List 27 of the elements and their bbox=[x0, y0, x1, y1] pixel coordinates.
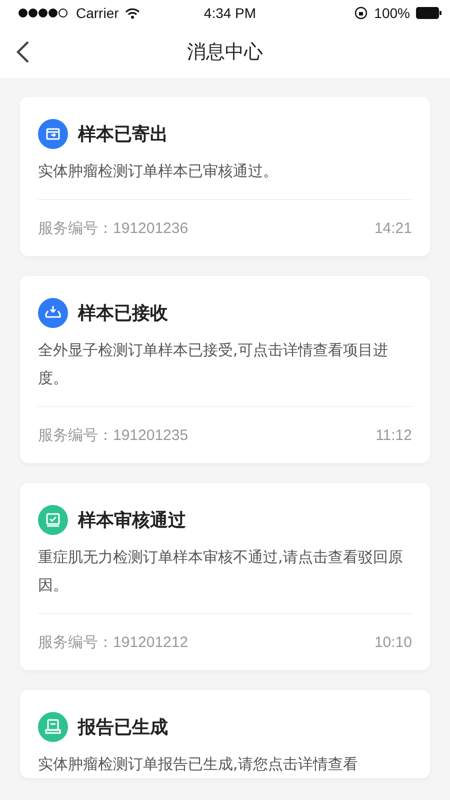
rotation-lock-icon bbox=[354, 6, 368, 20]
carrier-name: Carrier bbox=[76, 5, 119, 21]
message-card[interactable]: 样本审核通过 重症肌无力检测订单样本审核不通过,请点击查看驳回原因。 服务编号：191201212 10:10 bbox=[20, 483, 430, 670]
message-body: 重症肌无力检测订单样本审核不通过,请点击查看驳回原因。 bbox=[38, 547, 404, 596]
status-time: 4:34 PM bbox=[204, 5, 256, 21]
message-time: 11:12 bbox=[376, 426, 412, 444]
message-title: 报告已生成 bbox=[78, 716, 168, 739]
message-card[interactable]: 样本已寄出 实体肿瘤检测订单样本已审核通过。 服务编号：191201236 14:21 bbox=[20, 97, 430, 256]
message-title: 样本审核通过 bbox=[78, 509, 186, 532]
service-number: 服务编号：191201236 bbox=[38, 218, 188, 238]
message-body: 实体肿瘤检测订单报告已生成,请您点击详情查看 bbox=[38, 754, 359, 775]
message-body: 实体肿瘤检测订单样本已审核通过。 bbox=[38, 161, 279, 182]
message-title: 样本已寄出 bbox=[78, 123, 168, 146]
message-time: 14:21 bbox=[374, 220, 412, 236]
wifi-icon bbox=[124, 8, 140, 18]
service-number: 服务编号：191201212 bbox=[38, 632, 188, 652]
back-icon bbox=[16, 40, 30, 64]
message-title: 样本已接收 bbox=[78, 302, 168, 325]
service-number: 服务编号：191201235 bbox=[38, 426, 188, 444]
message-body: 全外显子检测订单样本已接受,可点击详情查看项目进度。 bbox=[38, 340, 389, 389]
message-time: 10:10 bbox=[374, 634, 412, 650]
signal-icon bbox=[18, 8, 70, 18]
message-card[interactable]: 报告已生成 实体肿瘤检测订单报告已生成,请您点击详情查看 bbox=[20, 690, 430, 778]
message-card[interactable]: 样本已接收 全外显子检测订单样本已接受,可点击详情查看项目进度。 服务编号：191201235 11:12 bbox=[20, 276, 430, 463]
battery-icon bbox=[416, 7, 442, 19]
page-title: 消息中心 bbox=[187, 40, 263, 65]
battery-percent: 100% bbox=[374, 5, 410, 21]
